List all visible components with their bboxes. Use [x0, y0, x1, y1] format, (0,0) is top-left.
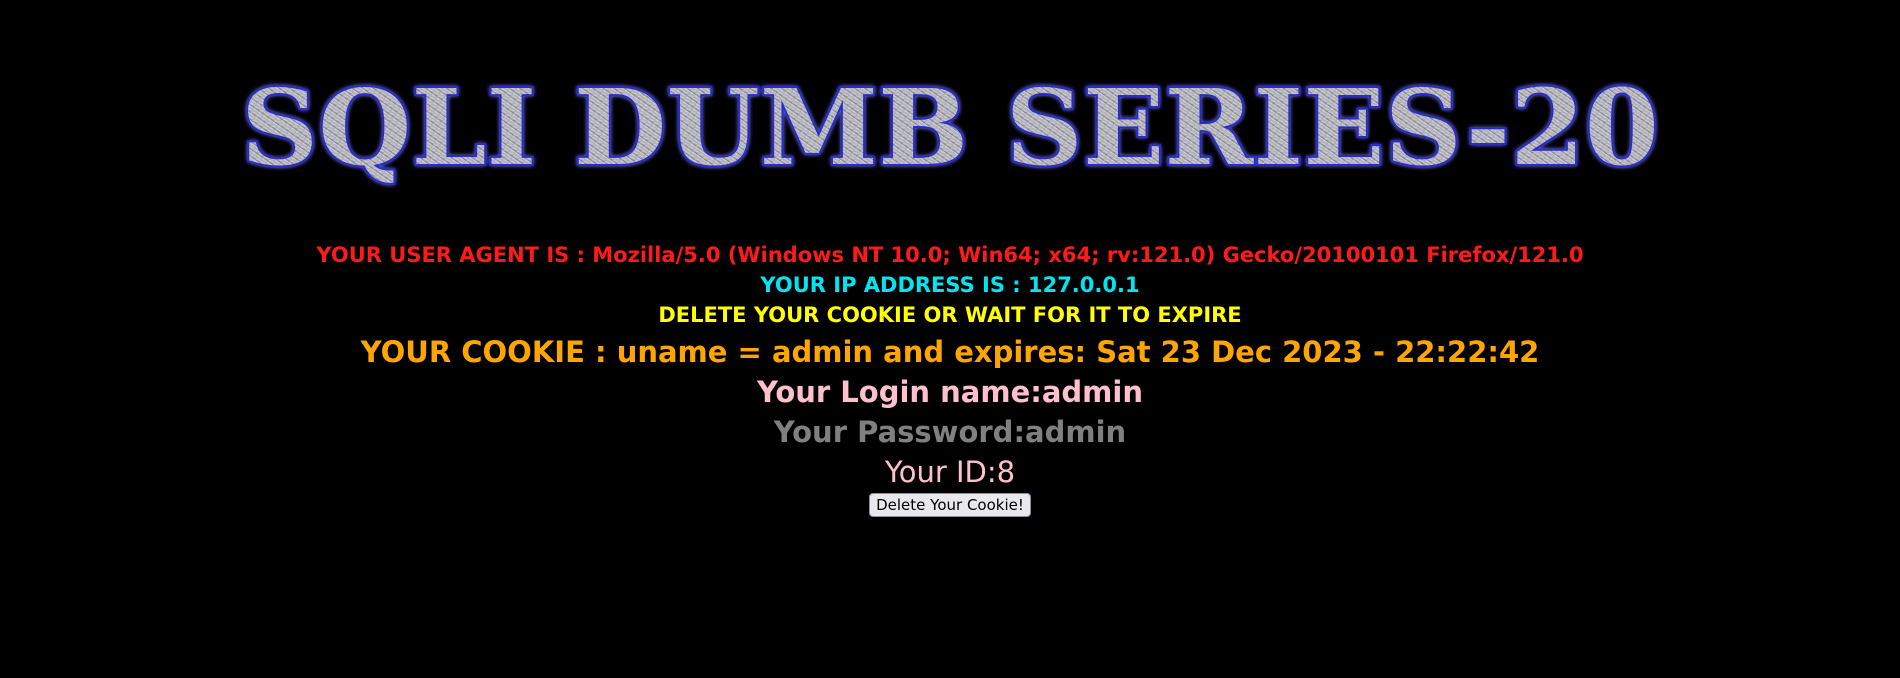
banner-title: SQLI DUMB SERIES-20	[241, 66, 1659, 189]
delete-cookie-button[interactable]: Delete Your Cookie!	[869, 493, 1031, 517]
ip-address-text: YOUR IP ADDRESS IS : 127.0.0.1	[760, 273, 1140, 297]
password-text: Your Password:admin	[773, 415, 1127, 449]
info-block: YOUR USER AGENT IS : Mozilla/5.0 (Window…	[0, 240, 1900, 517]
login-name-text: Your Login name:admin	[757, 375, 1143, 409]
title-banner-image: SQLI DUMB SERIES-20	[239, 64, 1661, 191]
cookie-text: YOUR COOKIE : uname = admin and expires:…	[360, 335, 1540, 369]
delete-cookie-message: DELETE YOUR COOKIE OR WAIT FOR IT TO EXP…	[658, 303, 1242, 327]
title-banner: SQLI DUMB SERIES-20	[0, 62, 1900, 192]
id-text: Your ID:8	[884, 455, 1016, 489]
delete-cookie-form: Delete Your Cookie!	[0, 493, 1900, 517]
user-agent-text: YOUR USER AGENT IS : Mozilla/5.0 (Window…	[316, 243, 1584, 267]
page: SQLI DUMB SERIES-20 YOUR USER AGENT IS :…	[0, 0, 1900, 678]
